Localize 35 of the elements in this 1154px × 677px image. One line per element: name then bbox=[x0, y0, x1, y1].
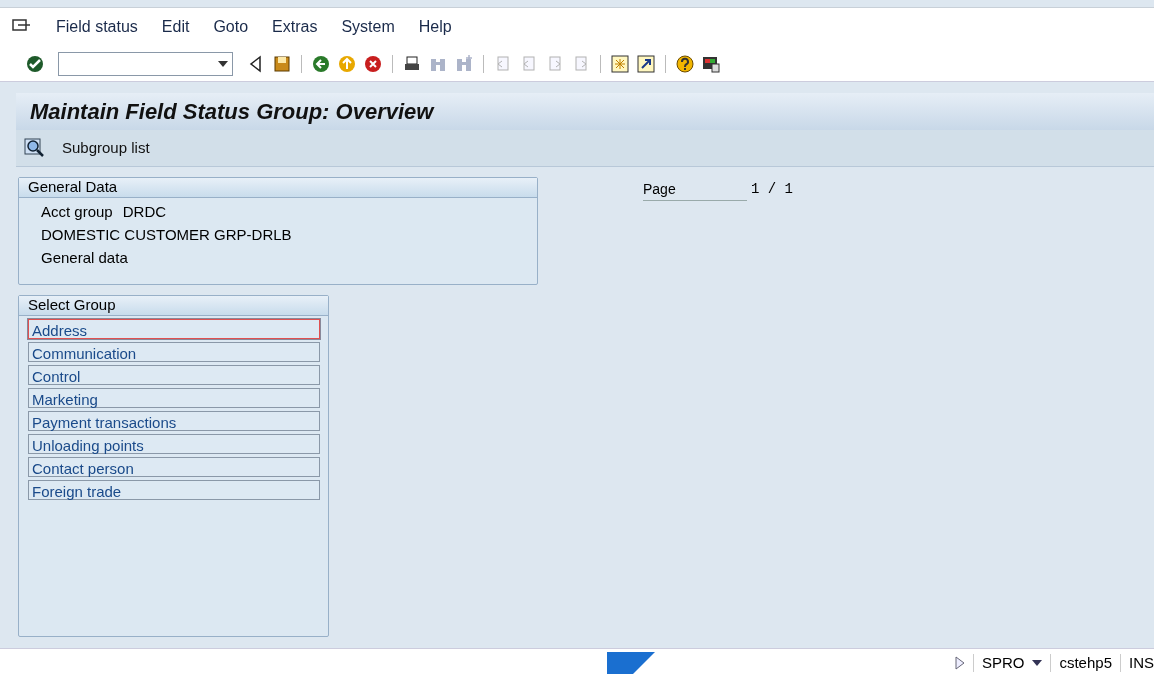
menu-item[interactable]: Field status bbox=[56, 15, 138, 39]
screen-title: Maintain Field Status Group: Overview bbox=[30, 98, 434, 126]
menu-item[interactable]: Goto bbox=[213, 15, 249, 39]
dropdown-icon[interactable] bbox=[218, 60, 228, 67]
menu-item[interactable]: System bbox=[341, 15, 395, 39]
page-label: Page bbox=[643, 179, 747, 201]
dropdown-icon[interactable] bbox=[1032, 660, 1043, 666]
field-value: DRDC bbox=[122, 202, 167, 221]
magnifier-icon bbox=[24, 137, 46, 159]
group-button[interactable]: Contact person bbox=[28, 457, 320, 477]
group-button[interactable]: Control bbox=[28, 365, 320, 385]
group-button[interactable]: Unloading points bbox=[28, 434, 320, 454]
transaction-code[interactable]: SPRO bbox=[981, 651, 1025, 675]
command-field[interactable] bbox=[58, 51, 233, 76]
help-icon[interactable] bbox=[674, 52, 696, 75]
triangle-right-icon[interactable] bbox=[954, 656, 965, 670]
group-button[interactable]: Communication bbox=[28, 342, 320, 362]
group-button[interactable]: Foreign trade bbox=[28, 480, 320, 500]
server-name: cstehp5 bbox=[1059, 652, 1112, 673]
logo-icon bbox=[606, 652, 655, 674]
menu-item[interactable]: Edit bbox=[161, 15, 190, 39]
panel-title: Select Group bbox=[28, 295, 116, 316]
group-button[interactable]: Marketing bbox=[28, 388, 320, 408]
page-number: 1 / 1 bbox=[751, 180, 793, 199]
menu-item[interactable]: Extras bbox=[272, 15, 318, 39]
panel-title: General Data bbox=[28, 177, 118, 198]
group-button[interactable]: Payment transactions bbox=[28, 411, 320, 431]
text-line: General data bbox=[41, 248, 129, 267]
field-label: Acct group bbox=[41, 202, 113, 221]
window-arrow-icon[interactable] bbox=[635, 52, 657, 75]
subgroup-list-button[interactable]: Subgroup list bbox=[24, 136, 150, 160]
menu-item[interactable]: Help bbox=[418, 15, 452, 39]
input-mode: INS bbox=[1129, 652, 1154, 673]
group-button[interactable]: Address bbox=[28, 319, 320, 339]
description-text: DOMESTIC CUSTOMER GRP-DRLB bbox=[41, 225, 293, 244]
